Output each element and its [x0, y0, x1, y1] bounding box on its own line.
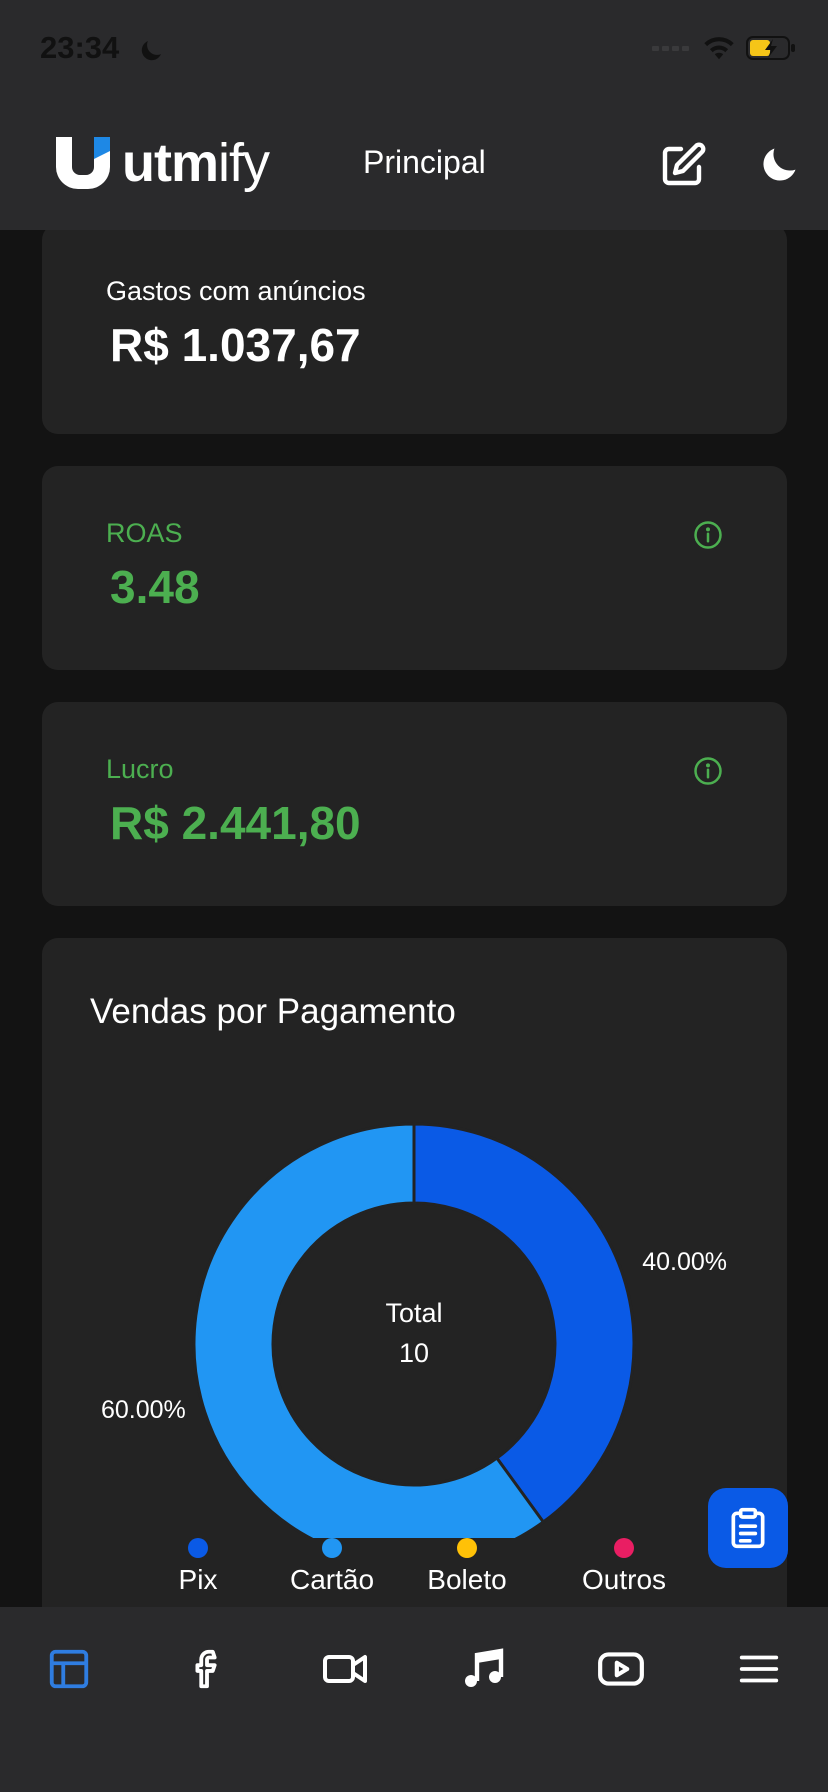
- nav-facebook[interactable]: [177, 1639, 237, 1699]
- nav-video[interactable]: [315, 1639, 375, 1699]
- legend-label: Outros: [581, 1564, 667, 1595]
- payment-donut-chart[interactable]: Total 10 40.00% 60.00%: [42, 938, 787, 1538]
- legend-item-outros[interactable]: Outros: [554, 1538, 694, 1596]
- legend-label: Cartão: [289, 1564, 375, 1595]
- roas-info-icon[interactable]: [693, 520, 723, 550]
- roas-card: ROAS 3.48: [42, 466, 787, 670]
- status-indicators: [652, 34, 796, 62]
- moon-status-icon: [141, 41, 161, 61]
- nav-menu[interactable]: [729, 1639, 789, 1699]
- video-icon: [323, 1655, 367, 1683]
- donut-slice-label: 60.00%: [101, 1396, 186, 1424]
- nav-youtube[interactable]: [591, 1639, 651, 1699]
- moon-icon: [763, 148, 796, 181]
- music-icon: [465, 1648, 504, 1687]
- utmify-logo[interactable]: utmify: [54, 132, 270, 194]
- legend-item-pix[interactable]: Pix: [128, 1538, 268, 1596]
- logo-text: utmify: [122, 132, 270, 194]
- dashboard-icon: [49, 1649, 89, 1689]
- signal-icon: [652, 46, 689, 51]
- roas-value: 3.48: [110, 561, 200, 613]
- profit-info-icon[interactable]: [693, 756, 723, 786]
- legend-item-cartao[interactable]: Cartão: [262, 1538, 402, 1596]
- app-header: utmify Principal: [0, 100, 828, 230]
- clipboard-fab-button[interactable]: [708, 1488, 788, 1568]
- dark-mode-toggle[interactable]: [752, 138, 806, 192]
- ad-spend-value: R$ 1.037,67: [110, 319, 361, 371]
- wifi-icon: [704, 37, 734, 60]
- status-bar: 23:34: [0, 0, 828, 100]
- payment-chart-card: Vendas por Pagamento Total 10 40.00% 60.0…: [42, 938, 787, 1607]
- logo-text-bold: utm: [122, 133, 219, 193]
- menu-icon: [739, 1655, 779, 1683]
- page-title: Principal: [363, 144, 486, 180]
- battery-icon: [746, 36, 795, 60]
- legend-dot: [614, 1538, 634, 1558]
- legend-label: Boleto: [427, 1564, 507, 1595]
- ad-spend-label: Gastos com anúncios: [106, 276, 366, 306]
- legend-dot: [457, 1538, 477, 1558]
- roas-label: ROAS: [106, 518, 183, 548]
- edit-button[interactable]: [656, 138, 710, 192]
- nav-dashboard[interactable]: [39, 1639, 99, 1699]
- profit-label: Lucro: [106, 754, 174, 784]
- facebook-icon: [195, 1649, 217, 1689]
- clipboard-icon: [731, 1507, 765, 1549]
- nav-music[interactable]: [453, 1639, 513, 1699]
- logo-text-light: ify: [217, 133, 270, 193]
- legend-item-boleto[interactable]: Boleto: [397, 1538, 537, 1596]
- profit-value: R$ 2.441,80: [110, 797, 361, 849]
- chart-legend: Pix Cartão Boleto Outros: [42, 1538, 787, 1607]
- donut-center-value: 10: [399, 1338, 429, 1368]
- donut-center-label: Total: [385, 1298, 442, 1328]
- profit-card: Lucro R$ 2.441,80: [42, 702, 787, 906]
- status-time: 23:34: [40, 30, 120, 65]
- ad-spend-card: Gastos com anúncios R$ 1.037,67: [42, 230, 787, 434]
- legend-dot: [188, 1538, 208, 1558]
- donut-slice-pix[interactable]: [412, 1122, 636, 1525]
- legend-dot: [322, 1538, 342, 1558]
- edit-icon: [662, 142, 706, 186]
- utmify-logo-icon: [56, 137, 110, 189]
- dashboard-content[interactable]: Gastos com anúncios R$ 1.037,67 ROAS 3.4…: [0, 230, 828, 1607]
- donut-slice-label: 40.00%: [642, 1248, 727, 1276]
- bottom-nav: [0, 1607, 828, 1792]
- youtube-icon: [598, 1652, 644, 1686]
- legend-label: Pix: [178, 1564, 218, 1595]
